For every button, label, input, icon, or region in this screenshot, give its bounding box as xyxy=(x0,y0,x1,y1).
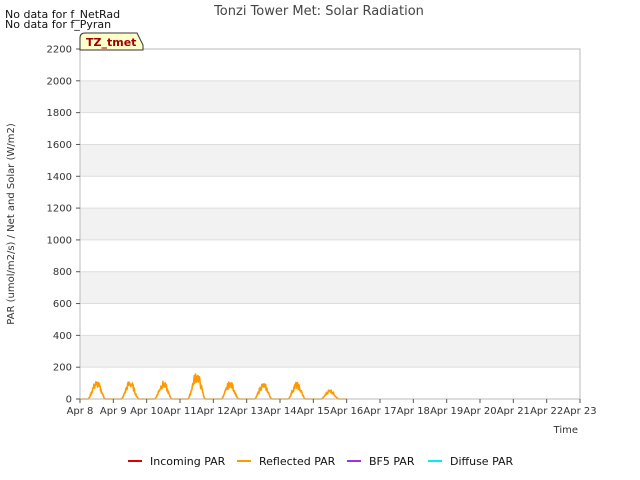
y-tick-label: 1000 xyxy=(47,235,72,246)
legend-label: BF5 PAR xyxy=(369,455,415,468)
x-tick-label: Apr 10 xyxy=(130,406,163,417)
y-axis-label: PAR (umol/m2/s) / Net and Solar (W/m2) xyxy=(6,123,17,325)
site-badge-label: TZ_tmet xyxy=(86,36,136,49)
x-tick-label: Apr 9 xyxy=(100,406,127,417)
y-tick-label: 800 xyxy=(53,267,72,278)
legend-label: Diffuse PAR xyxy=(450,455,514,468)
y-tick-label: 1400 xyxy=(47,172,72,183)
legend-item-bf5-par: BF5 PAR xyxy=(347,455,415,468)
y-axis-ticks: 0 200 400 600 800 1000 1200 1400 1600 1800 2000 220… xyxy=(47,45,80,406)
x-tick-label: Apr 8 xyxy=(67,406,94,417)
x-tick-label: Apr 12 xyxy=(197,406,230,417)
y-tick-label: 2200 xyxy=(47,45,72,56)
series-layer xyxy=(80,373,347,400)
y-tick-label: 200 xyxy=(53,363,72,374)
y-tick-label: 0 xyxy=(66,395,72,406)
x-tick-label: Apr 18 xyxy=(397,406,430,417)
legend-label: Incoming PAR xyxy=(150,455,226,468)
site-badge: TZ_tmet xyxy=(79,32,144,51)
legend-item-incoming-par: Incoming PAR xyxy=(128,455,226,468)
legend-item-reflected-par: Reflected PAR xyxy=(237,455,336,468)
background-band xyxy=(80,80,580,113)
x-axis-ticks: Apr 8 Apr 9 Apr 10 Apr 11 Apr 12 Apr 13 Apr 14… xyxy=(67,399,597,417)
x-tick-label: Apr 19 xyxy=(430,406,463,417)
x-tick-label: Apr 14 xyxy=(263,406,296,417)
legend-label: Reflected PAR xyxy=(259,455,336,468)
y-tick-label: 1800 xyxy=(47,108,72,119)
background-band xyxy=(80,208,580,240)
x-tick-label: Apr 13 xyxy=(230,406,263,417)
x-axis-label: Time xyxy=(553,425,578,436)
x-tick-label: Apr 17 xyxy=(363,406,396,417)
solar-radiation-chart: 0 200 400 600 800 1000 1200 1400 1600 1800 2000 220… xyxy=(5,4,597,468)
legend-item-diffuse-par: Diffuse PAR xyxy=(428,455,514,468)
y-tick-label: 1200 xyxy=(47,204,72,215)
chart-title: Tonzi Tower Met: Solar Radiation xyxy=(213,4,424,19)
y-tick-label: 400 xyxy=(53,331,72,342)
x-tick-label: Apr 16 xyxy=(330,406,363,417)
x-tick-label: Apr 21 xyxy=(497,406,530,417)
background-band xyxy=(80,271,580,304)
no-data-pyran-note: No data for f_Pyran xyxy=(5,18,111,31)
y-tick-label: 600 xyxy=(53,299,72,310)
x-tick-label: Apr 11 xyxy=(163,406,196,417)
legend: Incoming PAR Reflected PAR BF5 PAR Diffuse … xyxy=(128,455,514,468)
x-tick-label: Apr 20 xyxy=(463,406,496,417)
y-tick-label: 1600 xyxy=(47,140,72,151)
background-band xyxy=(80,335,580,368)
x-tick-label: Apr 23 xyxy=(563,406,596,417)
y-tick-label: 2000 xyxy=(47,76,72,87)
background-band xyxy=(80,144,580,177)
x-tick-label: Apr 22 xyxy=(530,406,563,417)
plot-background-bands xyxy=(80,80,580,368)
x-tick-label: Apr 15 xyxy=(297,406,330,417)
series-line-reflected-par xyxy=(80,373,347,400)
